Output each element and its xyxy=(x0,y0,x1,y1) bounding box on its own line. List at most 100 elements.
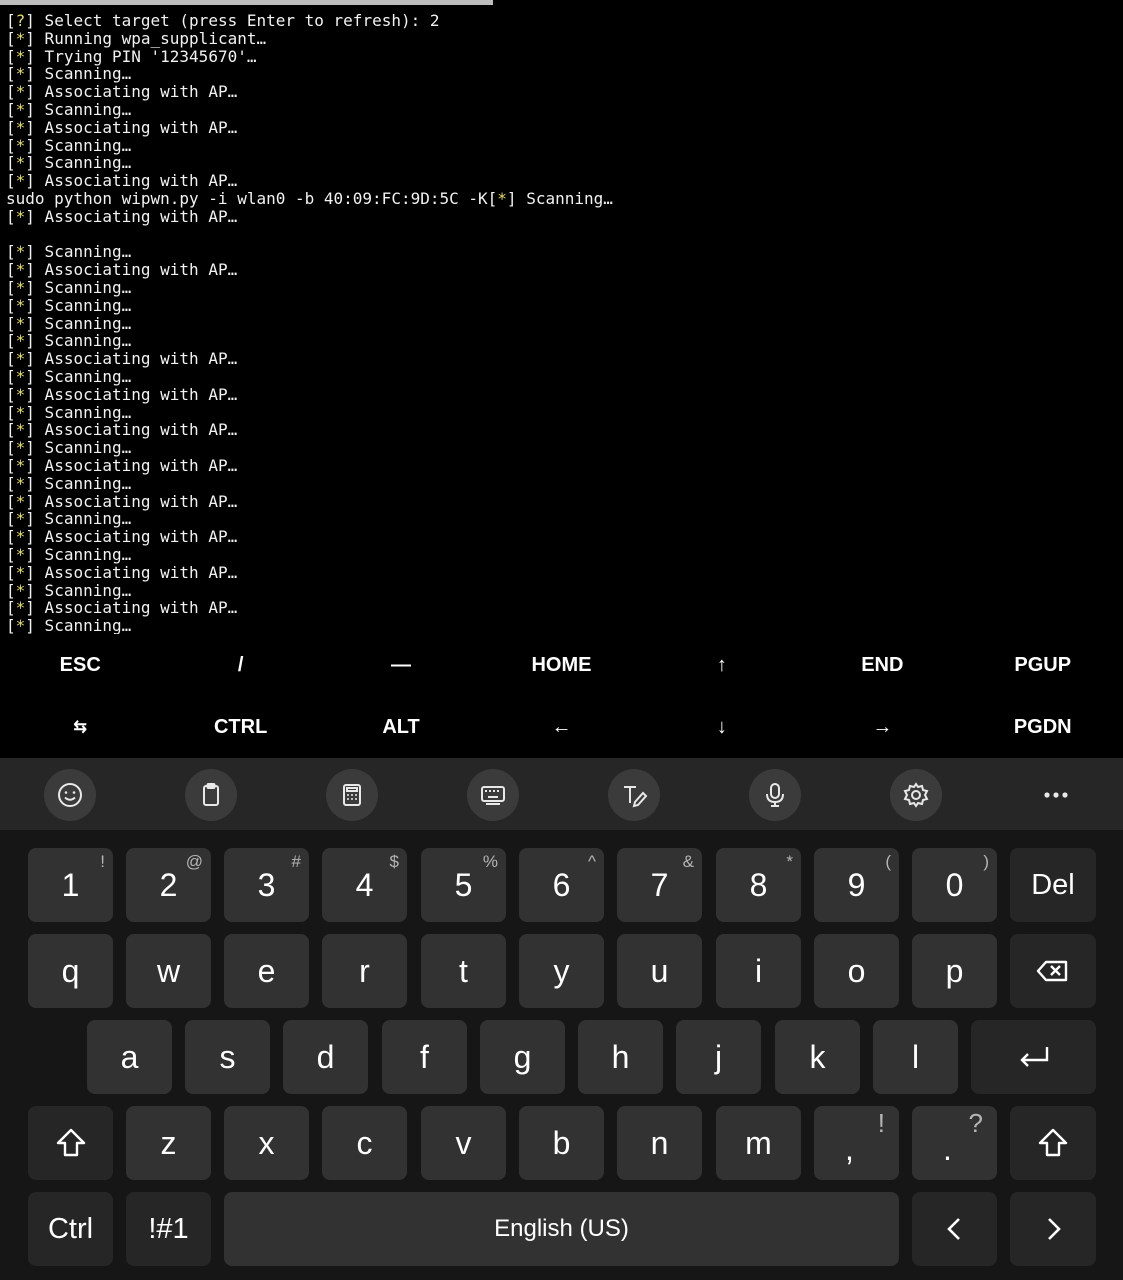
shift-left-key[interactable] xyxy=(28,1106,113,1180)
key-h[interactable]: h xyxy=(578,1020,663,1094)
key-f[interactable]: f xyxy=(382,1020,467,1094)
key-main: 8 xyxy=(749,866,768,903)
key-4[interactable]: 4 $ xyxy=(322,848,407,922)
key-secondary: & xyxy=(682,852,694,871)
line-prefix: [ xyxy=(6,580,16,600)
key-k[interactable]: k xyxy=(775,1020,860,1094)
terminal-line: [*] Associating with AP… xyxy=(6,528,613,546)
backspace-key[interactable] xyxy=(1010,934,1096,1008)
slash-key[interactable]: / xyxy=(160,634,320,696)
period-key[interactable]: .? xyxy=(912,1106,997,1180)
key-o[interactable]: o xyxy=(814,934,899,1008)
ctrl-extra-key[interactable]: CTRL xyxy=(160,696,320,758)
key-w[interactable]: w xyxy=(126,934,211,1008)
key-e[interactable]: e xyxy=(224,934,309,1008)
key-m[interactable]: m xyxy=(716,1106,801,1180)
line-text: Scanning… xyxy=(34,331,132,351)
symbols-key[interactable]: !#1 xyxy=(126,1192,211,1266)
key-s[interactable]: s xyxy=(185,1020,270,1094)
end-key[interactable]: END xyxy=(802,634,962,696)
left-arrow-key[interactable]: ← xyxy=(481,696,641,758)
shift-right-key[interactable] xyxy=(1010,1106,1096,1180)
key-y[interactable]: y xyxy=(519,934,604,1008)
cursor-left-key[interactable] xyxy=(912,1192,997,1266)
status-marker: * xyxy=(15,562,26,582)
del-key[interactable]: Del xyxy=(1010,848,1096,922)
key-z[interactable]: z xyxy=(126,1106,211,1180)
key-secondary: ! xyxy=(100,852,105,871)
key-9[interactable]: 9( xyxy=(814,848,899,922)
line-prefix: [ xyxy=(6,260,16,280)
enter-key[interactable] xyxy=(971,1020,1096,1094)
line-prefix: [ xyxy=(6,46,16,66)
key-p[interactable]: p xyxy=(912,934,997,1008)
status-marker: * xyxy=(15,455,26,475)
key-v[interactable]: v xyxy=(421,1106,506,1180)
handwriting-icon[interactable] xyxy=(608,769,660,821)
right-arrow-key[interactable]: → xyxy=(802,696,962,758)
key-3[interactable]: 3 # xyxy=(224,848,309,922)
alt-key[interactable]: ALT xyxy=(321,696,481,758)
key-a[interactable]: a xyxy=(87,1020,172,1094)
key-r[interactable]: r xyxy=(322,934,407,1008)
line-text: Associating with AP… xyxy=(34,384,238,404)
key-b[interactable]: b xyxy=(519,1106,604,1180)
status-marker: * xyxy=(15,64,26,84)
key-g[interactable]: g xyxy=(480,1020,565,1094)
tab-key[interactable]: ⇆ xyxy=(0,696,160,758)
dash-key[interactable]: — xyxy=(321,634,481,696)
keypad-icon[interactable] xyxy=(326,769,378,821)
key-1[interactable]: 1! xyxy=(28,848,113,922)
clipboard-icon[interactable] xyxy=(185,769,237,821)
home-key[interactable]: HOME xyxy=(481,634,641,696)
status-marker: * xyxy=(15,491,26,511)
line-bracket: ] xyxy=(25,331,35,351)
key-2[interactable]: 2 @ xyxy=(126,848,211,922)
more-icon[interactable] xyxy=(1030,769,1082,821)
pgdn-key[interactable]: PGDN xyxy=(963,696,1123,758)
key-secondary: % xyxy=(482,852,498,871)
key-main: 1 xyxy=(61,866,80,903)
settings-icon[interactable] xyxy=(890,769,942,821)
line-prefix: [ xyxy=(6,455,16,475)
up-arrow-key[interactable]: ↑ xyxy=(642,634,802,696)
line-text: Scanning… xyxy=(34,277,132,297)
key-q[interactable]: q xyxy=(28,934,113,1008)
keyboard-icon[interactable] xyxy=(467,769,519,821)
key-5[interactable]: 5% xyxy=(421,848,506,922)
key-8[interactable]: 8 * xyxy=(716,848,801,922)
status-marker: * xyxy=(15,402,26,422)
key-main: 0 xyxy=(945,866,964,903)
comma-key[interactable]: ,! xyxy=(814,1106,899,1180)
line-text: Associating with AP… xyxy=(34,455,238,475)
key-secondary: @ xyxy=(185,852,203,871)
status-marker: * xyxy=(15,135,26,155)
pgup-key[interactable]: PGUP xyxy=(963,634,1123,696)
emoji-icon[interactable] xyxy=(44,769,96,821)
key-6[interactable]: 6 ^ xyxy=(519,848,604,922)
key-c[interactable]: c xyxy=(322,1106,407,1180)
microphone-icon[interactable] xyxy=(749,769,801,821)
key-j[interactable]: j xyxy=(676,1020,761,1094)
key-i[interactable]: i xyxy=(716,934,801,1008)
cursor-right-key[interactable] xyxy=(1010,1192,1096,1266)
line-prefix: [ xyxy=(6,402,16,422)
terminal-line: [*] Scanning… xyxy=(6,154,613,172)
key-d[interactable]: d xyxy=(283,1020,368,1094)
down-arrow-key[interactable]: ↓ xyxy=(642,696,802,758)
line-prefix: [ xyxy=(6,616,16,636)
key-0[interactable]: 0) xyxy=(912,848,997,922)
key-main: 7 xyxy=(650,866,669,903)
key-7[interactable]: 7 & xyxy=(617,848,702,922)
ctrl-key[interactable]: Ctrl xyxy=(28,1192,113,1266)
key-u[interactable]: u xyxy=(617,934,702,1008)
key-t[interactable]: t xyxy=(421,934,506,1008)
esc-key[interactable]: ESC xyxy=(0,634,160,696)
key-n[interactable]: n xyxy=(617,1106,702,1180)
terminal-view[interactable]: [?] Select target (press Enter to refres… xyxy=(0,0,1123,652)
key-x[interactable]: x xyxy=(224,1106,309,1180)
key-l[interactable]: l xyxy=(873,1020,958,1094)
space-bar[interactable]: English (US) xyxy=(224,1192,899,1266)
status-marker: * xyxy=(15,366,26,386)
